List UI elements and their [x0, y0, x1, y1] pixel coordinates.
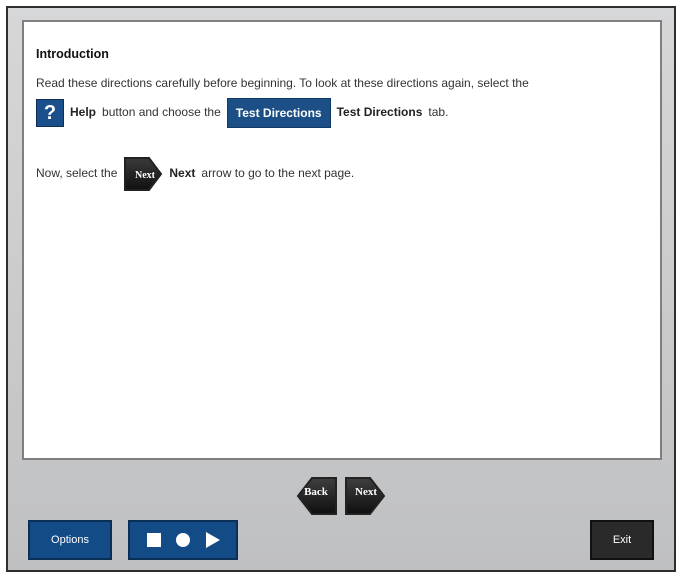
- next-label-text: Next: [169, 166, 196, 181]
- options-button[interactable]: Options: [28, 520, 112, 560]
- test-directions-tab-label: Test Directions: [235, 105, 322, 120]
- play-icon-shape: [205, 532, 220, 548]
- record-icon[interactable]: [173, 530, 193, 550]
- play-icon[interactable]: [202, 530, 222, 550]
- next-end-text: arrow to go to the next page.: [201, 166, 355, 181]
- app-window: Introduction Read these directions caref…: [6, 6, 676, 572]
- bottom-toolbar: Options Exit: [22, 516, 660, 560]
- exit-label: Exit: [612, 534, 632, 546]
- help-button-icon: ?: [36, 98, 64, 127]
- next-button-label: Next: [355, 486, 377, 498]
- now-select-text: Now, select the: [36, 166, 118, 181]
- record-icon-shape: [175, 533, 190, 547]
- directions-line-2: ? Help button and choose the Test Direct…: [36, 97, 648, 128]
- next-button[interactable]: Next: [344, 474, 388, 518]
- directions-line-1: Read these directions carefully before b…: [36, 76, 529, 91]
- tab-end-text: tab.: [428, 105, 449, 120]
- next-arrow-icon-svg: Next: [124, 156, 163, 191]
- help-label: Help: [70, 105, 97, 120]
- content-panel: Introduction Read these directions caref…: [22, 20, 662, 460]
- options-label: Options: [51, 534, 89, 546]
- test-directions-tab-example: Test Directions: [226, 97, 331, 128]
- stop-icon-shape: [147, 533, 162, 547]
- next-arrow-icon-text: Next: [135, 170, 156, 181]
- stop-icon[interactable]: [144, 530, 164, 550]
- test-directions-text: Test Directions: [336, 105, 423, 120]
- help-middle-text: button and choose the: [102, 105, 221, 120]
- media-controls: [128, 520, 238, 560]
- back-button[interactable]: Back: [294, 474, 338, 518]
- back-button-label: Back: [304, 486, 328, 498]
- exit-button[interactable]: Exit: [590, 520, 654, 560]
- page-title: Introduction: [36, 47, 109, 61]
- navigation-arrows: Back Next: [8, 474, 674, 520]
- help-glyph: ?: [43, 101, 57, 124]
- next-arrow-icon: Next: [123, 154, 163, 194]
- directions-line-3: Now, select the Next Next arrow to go to…: [36, 154, 648, 194]
